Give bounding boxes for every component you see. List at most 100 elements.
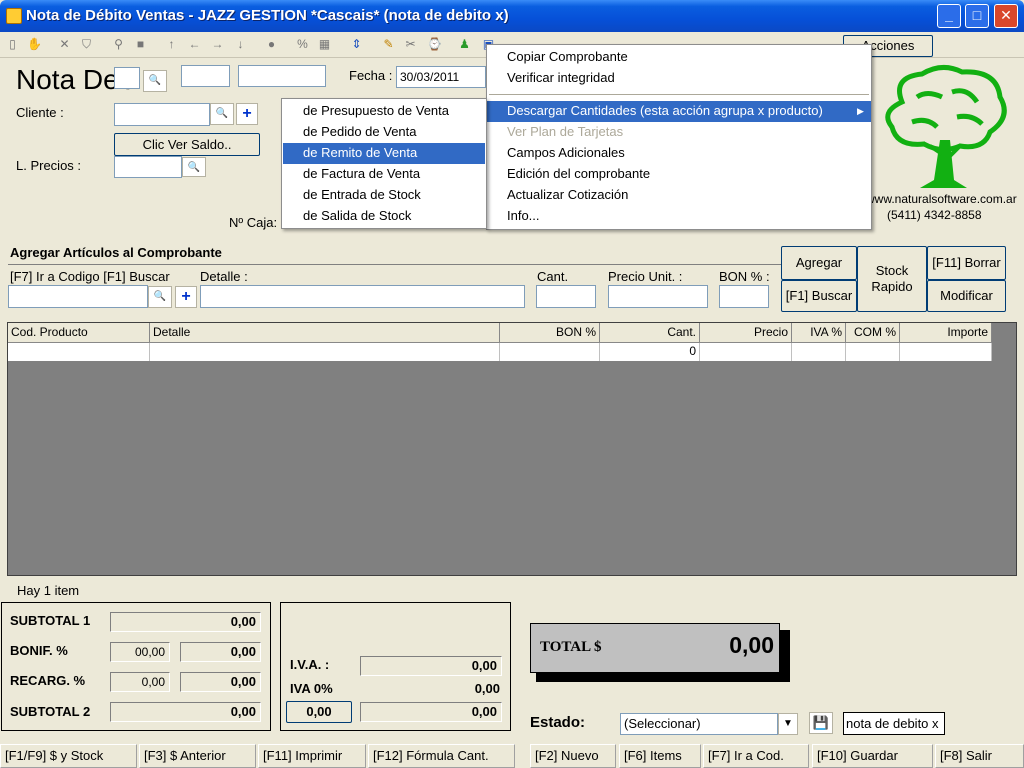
fkey-anterior-button[interactable]: [F3] $ Anterior bbox=[139, 744, 256, 768]
hand-icon[interactable]: ✋ bbox=[26, 36, 43, 53]
document-type-field[interactable]: nota de debito x bbox=[843, 712, 945, 735]
fkey-stock-button[interactable]: [F1/F9] $ y Stock bbox=[0, 744, 137, 768]
col-cod-producto[interactable]: Cod. Producto bbox=[8, 323, 150, 343]
calc-icon[interactable]: ▦ bbox=[316, 36, 333, 53]
arrow-down-icon[interactable]: ↓ bbox=[232, 36, 249, 53]
subtotal1-label: SUBTOTAL 1 bbox=[10, 613, 91, 628]
menu-item-descargar[interactable]: Descargar Cantidades (esta acción agrupa… bbox=[487, 101, 871, 122]
cliente-label: Cliente : bbox=[16, 105, 64, 120]
fecha-field[interactable]: 30/03/2011 bbox=[396, 66, 486, 88]
col-importe[interactable]: Importe bbox=[900, 323, 992, 343]
search-precios-button[interactable]: 🔍 bbox=[182, 157, 206, 177]
minimize-button[interactable]: _ bbox=[937, 4, 961, 28]
sort-icon[interactable]: ⇕ bbox=[348, 36, 365, 53]
col-bon[interactable]: BON % bbox=[500, 323, 600, 343]
arrow-up-icon[interactable]: ↑ bbox=[163, 36, 180, 53]
estado-select[interactable]: (Seleccionar) bbox=[620, 713, 778, 735]
col-iva[interactable]: IVA % bbox=[792, 323, 846, 343]
pencil-icon[interactable]: ✎ bbox=[380, 36, 397, 53]
add-cliente-button[interactable]: + bbox=[236, 103, 258, 125]
subtotal1-value: 0,00 bbox=[110, 612, 261, 632]
chevron-down-icon[interactable]: ▼ bbox=[778, 713, 798, 735]
precio-field[interactable] bbox=[608, 285, 708, 308]
document-number-field[interactable] bbox=[238, 65, 326, 87]
col-precio[interactable]: Precio bbox=[700, 323, 792, 343]
cell-iva[interactable] bbox=[792, 343, 846, 361]
cell-cant[interactable]: 0 bbox=[600, 343, 700, 361]
submenu-item-factura[interactable]: de Factura de Venta bbox=[282, 164, 486, 185]
col-cant[interactable]: Cant. bbox=[600, 323, 700, 343]
buscar-button[interactable]: [F1] Buscar bbox=[781, 280, 857, 312]
new-doc-icon[interactable]: ▯ bbox=[4, 36, 21, 53]
iva-value: 0,00 bbox=[360, 656, 502, 676]
table-row[interactable]: 0 bbox=[8, 343, 992, 361]
section-divider bbox=[8, 264, 783, 265]
modificar-button[interactable]: Modificar bbox=[927, 280, 1006, 312]
bon-field[interactable] bbox=[719, 285, 769, 308]
fkey-salir-button[interactable]: [F8] Salir bbox=[935, 744, 1024, 768]
menu-item-verificar[interactable]: Verificar integridad bbox=[487, 68, 871, 89]
stop-icon[interactable]: ■ bbox=[132, 36, 149, 53]
codigo-field[interactable] bbox=[8, 285, 148, 308]
menu-separator bbox=[489, 94, 869, 95]
maximize-button[interactable]: □ bbox=[965, 4, 989, 28]
circle-icon[interactable]: ● bbox=[263, 36, 280, 53]
menu-item-edicion[interactable]: Edición del comprobante bbox=[487, 164, 871, 185]
cell-precio[interactable] bbox=[700, 343, 792, 361]
cell-com[interactable] bbox=[846, 343, 900, 361]
submenu-item-salida[interactable]: de Salida de Stock bbox=[282, 206, 486, 227]
percep-button[interactable]: 0,00 bbox=[286, 701, 352, 723]
percent-icon[interactable]: % bbox=[294, 36, 311, 53]
person-icon[interactable]: ♟ bbox=[456, 36, 473, 53]
save-estado-icon[interactable]: 💾 bbox=[809, 712, 833, 734]
ver-saldo-button[interactable]: Clic Ver Saldo.. bbox=[114, 133, 260, 156]
search-number-button[interactable]: 🔍 bbox=[143, 70, 167, 92]
cell-bon[interactable] bbox=[500, 343, 600, 361]
submenu-item-presupuesto[interactable]: de Presupuesto de Venta bbox=[282, 101, 486, 122]
shield-icon[interactable]: ⛉ bbox=[78, 36, 95, 53]
submenu-item-pedido[interactable]: de Pedido de Venta bbox=[282, 122, 486, 143]
fkey-imprimir-button[interactable]: [F11] Imprimir bbox=[258, 744, 366, 768]
stock-rapido-button[interactable]: Stock Rapido bbox=[857, 246, 927, 312]
menu-item-copiar[interactable]: Copiar Comprobante bbox=[487, 47, 871, 68]
search-icon[interactable]: ⚲ bbox=[110, 36, 127, 53]
arrow-right-icon[interactable]: → bbox=[209, 36, 226, 53]
col-detalle[interactable]: Detalle bbox=[150, 323, 500, 343]
iva0-label: IVA 0% bbox=[290, 681, 333, 696]
fkey-items-button[interactable]: [F6] Items bbox=[619, 744, 701, 768]
submenu-item-entrada[interactable]: de Entrada de Stock bbox=[282, 185, 486, 206]
number-field[interactable] bbox=[114, 67, 140, 89]
arrow-left-icon[interactable]: ← bbox=[186, 36, 203, 53]
delete-icon[interactable]: ✕ bbox=[56, 36, 73, 53]
add-articulo-button[interactable]: + bbox=[175, 286, 197, 308]
recarg-pct-field[interactable]: 0,00 bbox=[110, 672, 170, 692]
fkey-nuevo-button[interactable]: [F2] Nuevo bbox=[530, 744, 616, 768]
point-of-sale-field[interactable] bbox=[181, 65, 230, 87]
detalle-field[interactable] bbox=[200, 285, 525, 308]
cliente-field[interactable] bbox=[114, 103, 210, 126]
scissors-icon[interactable]: ✂ bbox=[402, 36, 419, 53]
submenu-item-remito[interactable]: de Remito de Venta bbox=[283, 143, 485, 164]
search-codigo-button[interactable]: 🔍 bbox=[148, 286, 172, 308]
close-button[interactable]: ✕ bbox=[994, 4, 1018, 28]
cant-field[interactable] bbox=[536, 285, 596, 308]
precios-field[interactable] bbox=[114, 156, 182, 178]
cell-detalle[interactable] bbox=[150, 343, 500, 361]
col-com[interactable]: COM % bbox=[846, 323, 900, 343]
fkey-formula-button[interactable]: [F12] Fórmula Cant. bbox=[368, 744, 515, 768]
fkey-guardar-button[interactable]: [F10] Guardar bbox=[812, 744, 933, 768]
menu-item-cotizacion[interactable]: Actualizar Cotización bbox=[487, 185, 871, 206]
fkey-ir-cod-button[interactable]: [F7] Ir a Cod. bbox=[703, 744, 809, 768]
recarg-label: RECARG. % bbox=[10, 673, 86, 688]
window-title: Nota de Débito Ventas - JAZZ GESTION *Ca… bbox=[26, 7, 509, 24]
agregar-button[interactable]: Agregar bbox=[781, 246, 857, 280]
iva0-value: 0,00 bbox=[474, 681, 500, 696]
menu-item-info[interactable]: Info... bbox=[487, 206, 871, 227]
cell-importe[interactable] bbox=[900, 343, 992, 361]
borrar-button[interactable]: [F11] Borrar bbox=[927, 246, 1006, 280]
search-cliente-button[interactable]: 🔍 bbox=[210, 103, 234, 125]
menu-item-campos[interactable]: Campos Adicionales bbox=[487, 143, 871, 164]
clock-icon[interactable]: ⌚ bbox=[426, 36, 443, 53]
bonif-pct-field[interactable]: 00,00 bbox=[110, 642, 170, 662]
cell-cod[interactable] bbox=[8, 343, 150, 361]
